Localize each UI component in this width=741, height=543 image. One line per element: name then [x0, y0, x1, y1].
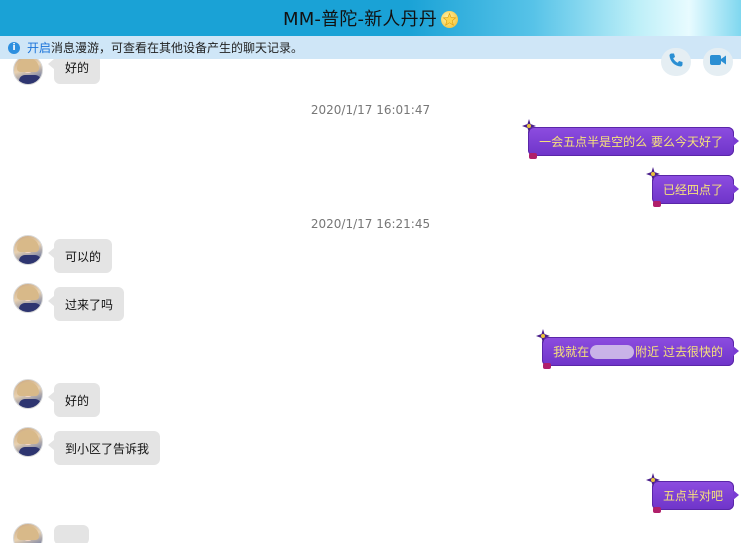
star-badge-icon	[441, 10, 459, 28]
contact-avatar[interactable]	[13, 523, 43, 543]
message-text: 一会五点半是空的么 要么今天好了	[539, 135, 723, 149]
message-text-after: 附近 过去很快的	[635, 345, 723, 359]
title-bar: MM-普陀-新人丹丹	[0, 0, 741, 36]
message-timestamp: 2020/1/17 16:01:47	[310, 103, 431, 117]
incoming-message-bubble[interactable]: 好的	[47, 59, 101, 84]
outgoing-message-bubble[interactable]: 五点半对吧	[645, 473, 739, 513]
message-timestamp: 2020/1/17 16:21:45	[310, 217, 431, 231]
outgoing-message-bubble[interactable]: 已经四点了	[645, 167, 739, 207]
chat-title: MM-普陀-新人丹丹	[282, 9, 438, 30]
message-text: 已经四点了	[662, 183, 723, 197]
incoming-message-bubble[interactable]: 好的	[47, 383, 101, 417]
contact-avatar[interactable]	[13, 235, 43, 265]
info-icon: i	[8, 41, 20, 54]
contact-avatar[interactable]	[13, 283, 43, 313]
contact-avatar[interactable]	[13, 59, 43, 85]
roaming-info-text: 消息漫游，可查看在其他设备产生的聊天记录。	[51, 41, 304, 55]
outgoing-message-bubble[interactable]: 我就在 附近 过去很快的	[536, 329, 739, 369]
roaming-info-bar: i 开启 消息漫游，可查看在其他设备产生的聊天记录。	[0, 36, 741, 59]
outgoing-message-bubble[interactable]: 一会五点半是空的么 要么今天好了	[522, 119, 739, 159]
bubble-decoration-icon	[645, 167, 660, 181]
enable-roaming-link[interactable]: 开启	[27, 39, 51, 56]
redaction-blur	[590, 344, 635, 359]
contact-avatar[interactable]	[13, 379, 43, 409]
contact-avatar[interactable]	[13, 427, 43, 457]
incoming-message-bubble[interactable]: 可以的	[47, 239, 113, 273]
incoming-message-bubble[interactable]: 到小区了告诉我	[47, 431, 161, 465]
message-text: 到小区了告诉我	[65, 441, 150, 456]
message-text: 过来了吗	[65, 297, 114, 312]
message-text: 好的	[65, 393, 90, 408]
chat-message-list[interactable]: 好的 2020/1/17 16:01:47 一会五点半是空的么 要么今天好了 已…	[0, 59, 741, 543]
message-text: 可以的	[65, 249, 102, 264]
bubble-decoration-icon	[522, 119, 537, 133]
incoming-message-bubble[interactable]	[54, 525, 89, 543]
message-text-before: 我就在	[553, 345, 590, 359]
message-text: 五点半对吧	[662, 489, 723, 503]
message-text: 好的	[65, 60, 90, 75]
bubble-decoration-icon	[536, 329, 551, 343]
incoming-message-bubble[interactable]: 过来了吗	[47, 287, 125, 321]
bubble-decoration-icon	[645, 473, 660, 487]
